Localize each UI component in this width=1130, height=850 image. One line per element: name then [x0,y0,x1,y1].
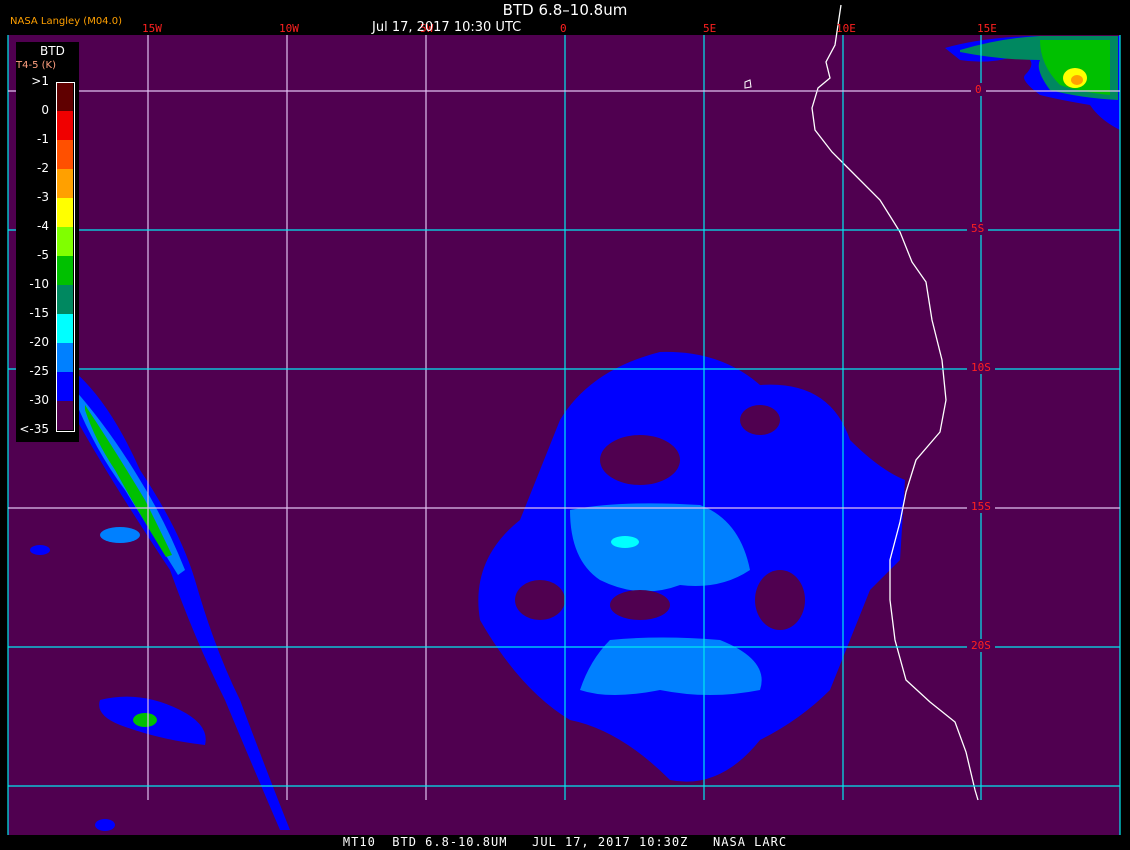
legend-label: -5 [37,248,49,262]
lat-label-5s: 5S [967,222,989,235]
legend-label: -20 [29,335,49,349]
legend-label: -4 [37,219,49,233]
legend-label: >1 [31,74,49,88]
legend-subtitle: T4-5 (K) [16,60,56,71]
legend-label: -2 [37,161,49,175]
lat-label-10s: 10S [967,361,995,374]
color-legend: BTD T4-5 (K) >1 0 -1 -2 -3 -4 -5 -10 -15 -20 -25 -3… [16,42,79,442]
lon-label-5e: 5E [703,22,717,35]
legend-label: -25 [29,364,49,378]
lon-label-10e: 10E [836,22,856,35]
lon-label-15e: 15E [977,22,997,35]
lon-label-15w: 15W [142,22,162,35]
lat-label-20s: 20S [967,639,995,652]
image-datetime: Jul 17, 2017 10:30 UTC [372,20,522,35]
legend-title: BTD [40,44,65,58]
satellite-map [7,4,1121,835]
legend-label: -15 [29,306,49,320]
legend-label: -3 [37,190,49,204]
lat-label-0: 0 [971,83,986,96]
legend-label: -1 [37,132,49,146]
legend-label: -10 [29,277,49,291]
legend-label: <-35 [19,422,49,436]
lon-label-10w: 10W [279,22,299,35]
footer-caption: MT10 BTD 6.8-10.8UM JUL 17, 2017 10:30Z … [342,835,788,849]
legend-colorbar-border [56,82,75,432]
legend-label: 0 [41,103,49,117]
lon-label-0: 0 [560,22,567,35]
lat-label-15s: 15S [967,500,995,513]
legend-label: -30 [29,393,49,407]
